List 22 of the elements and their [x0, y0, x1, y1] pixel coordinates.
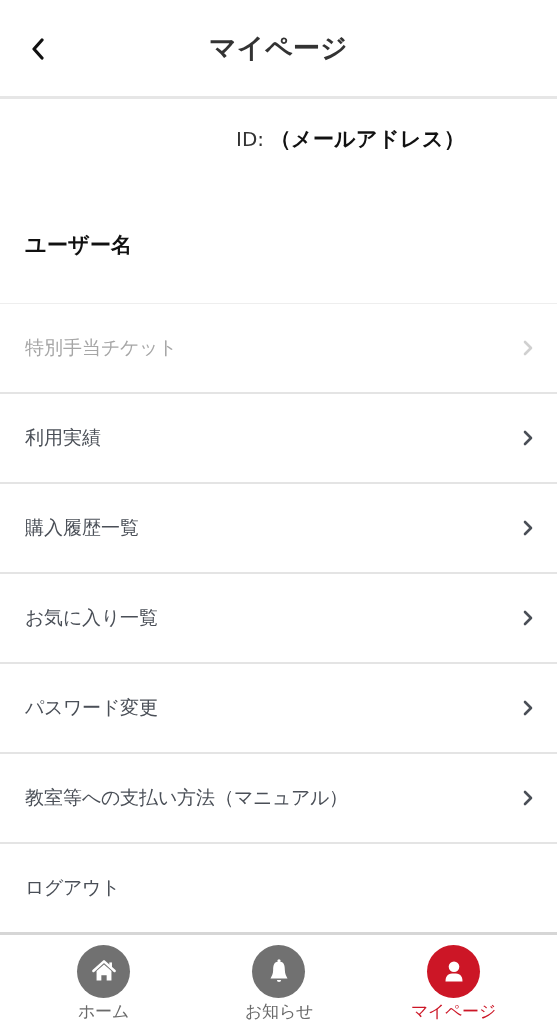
chevron-right-icon	[523, 340, 533, 356]
menu-item[interactable]: 利用実績	[0, 394, 557, 484]
chevron-right-icon	[523, 790, 533, 806]
person-icon	[427, 945, 480, 998]
chevron-right-icon	[523, 610, 533, 626]
bell-icon	[252, 945, 305, 998]
home-icon	[77, 945, 130, 998]
tab[interactable]: マイページ	[393, 945, 514, 1024]
menu-item[interactable]: ログアウト	[0, 844, 557, 932]
id-label: ID:	[236, 127, 265, 151]
chevron-right-icon	[523, 700, 533, 716]
page-title: マイページ	[209, 31, 348, 65]
id-value: （メールアドレス）	[270, 126, 466, 153]
menu-item[interactable]: パスワード変更	[0, 664, 557, 754]
menu-item[interactable]: お気に入り一覧	[0, 574, 557, 664]
menu-item[interactable]: 購入履歴一覧	[0, 484, 557, 574]
menu-item[interactable]: 教室等への支払い方法（マニュアル）	[0, 754, 557, 844]
chevron-right-icon	[523, 520, 533, 536]
tab[interactable]: お知らせ	[218, 945, 339, 1024]
chevron-right-icon	[523, 430, 533, 446]
user-name: ユーザー名	[25, 232, 133, 259]
tab[interactable]: ホーム	[43, 945, 164, 1024]
